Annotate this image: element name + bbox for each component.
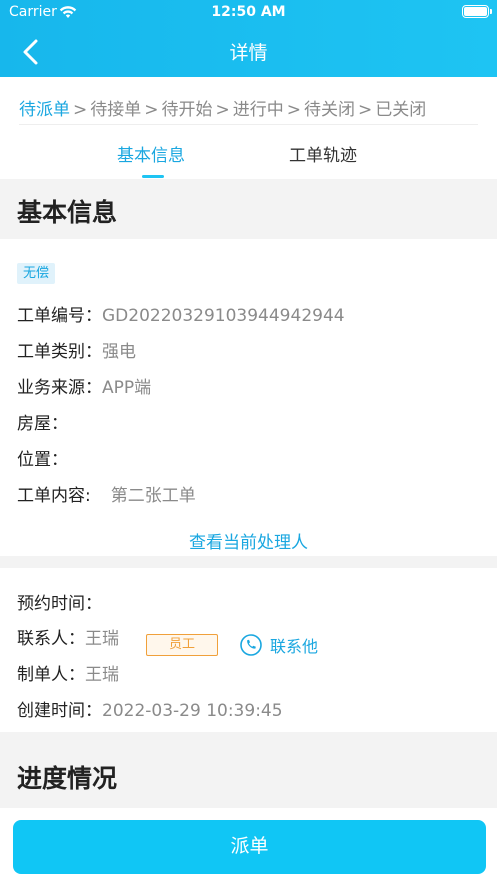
field-label: 业务来源： bbox=[17, 378, 102, 398]
view-current-handler-link[interactable]: 查看当前处理人 bbox=[0, 528, 497, 553]
step-pending-start: 待开始 bbox=[161, 100, 213, 120]
step-pending-accept: 待接单 bbox=[90, 100, 142, 120]
staff-role-badge: 员工 bbox=[146, 634, 218, 656]
creator-row: 制单人：王瑞 bbox=[17, 660, 119, 685]
page-title: 详情 bbox=[229, 42, 268, 64]
tab-basic-info[interactable]: 基本信息 bbox=[117, 141, 185, 166]
field-label: 制单人： bbox=[17, 665, 85, 685]
contact-name: 王瑞 bbox=[85, 629, 119, 649]
step-pending-dispatch: 待派单 bbox=[19, 100, 70, 120]
section-title: 进度情况 bbox=[17, 764, 118, 793]
house-row: 房屋： bbox=[17, 409, 68, 434]
workflow-steps: 待派单 > 待接单 > 待开始 > 进行中 > 待关闭 > 已关闭 bbox=[19, 95, 426, 120]
step-closed: 已关闭 bbox=[375, 100, 427, 120]
step-separator: > bbox=[73, 100, 88, 120]
contact-card: 预约时间： 联系人：王瑞 员工 联系他 制单人：王瑞 创建时间：2022-03-… bbox=[0, 568, 497, 732]
source-row: 业务来源：APP端 bbox=[17, 373, 151, 398]
created-time-row: 创建时间：2022-03-29 10:39:45 bbox=[17, 696, 283, 721]
free-badge: 无偿 bbox=[17, 263, 56, 284]
order-number-row: 工单编号：GD20220329103944942944 bbox=[17, 301, 345, 326]
field-label: 房屋： bbox=[17, 414, 68, 434]
field-label: 工单类别： bbox=[17, 342, 102, 362]
field-label: 工单内容: bbox=[17, 486, 91, 506]
field-label: 工单编号： bbox=[17, 306, 102, 326]
basic-info-card: 无偿 工单编号：GD20220329103944942944 工单类别：强电 业… bbox=[0, 239, 497, 556]
basic-info-header: 基本信息 bbox=[0, 179, 497, 239]
step-pending-close: 待关闭 bbox=[304, 100, 355, 120]
step-separator: > bbox=[358, 100, 373, 120]
divider bbox=[19, 124, 478, 125]
category-row: 工单类别：强电 bbox=[17, 337, 136, 362]
workflow-panel: 待派单 > 待接单 > 待开始 > 进行中 > 待关闭 > 已关闭 基本信息 工单轨迹 bbox=[0, 77, 497, 179]
clock: 12:50 AM bbox=[211, 4, 286, 20]
progress-header: 进度情况 bbox=[0, 732, 497, 808]
step-separator: > bbox=[215, 100, 230, 120]
creator-name: 王瑞 bbox=[85, 665, 119, 685]
content-value: 第二张工单 bbox=[110, 486, 196, 506]
call-contact-button[interactable]: 联系他 bbox=[240, 633, 318, 657]
field-label: 创建时间： bbox=[17, 701, 102, 721]
source-value: APP端 bbox=[102, 378, 152, 398]
battery-icon bbox=[462, 5, 492, 18]
contact-row: 联系人：王瑞 bbox=[17, 624, 119, 649]
created-time-value: 2022-03-29 10:39:45 bbox=[102, 701, 283, 721]
active-tab-indicator bbox=[142, 175, 164, 178]
appointment-row: 预约时间： bbox=[17, 589, 102, 614]
field-label: 联系人： bbox=[17, 629, 85, 649]
tab-order-track[interactable]: 工单轨迹 bbox=[289, 141, 357, 166]
bottom-action-bar: 派单 bbox=[0, 808, 497, 883]
step-separator: > bbox=[144, 100, 159, 120]
section-title: 基本信息 bbox=[17, 198, 118, 227]
dispatch-button[interactable]: 派单 bbox=[13, 820, 486, 874]
field-label: 位置： bbox=[17, 450, 68, 470]
step-separator: > bbox=[286, 100, 301, 120]
step-in-progress: 进行中 bbox=[232, 100, 284, 120]
location-row: 位置： bbox=[17, 445, 68, 470]
field-label: 预约时间： bbox=[17, 594, 102, 614]
status-bar: Carrier 12:50 AM bbox=[0, 0, 497, 26]
top-bar: Carrier 12:50 AM 详情 bbox=[0, 0, 497, 77]
call-label: 联系他 bbox=[270, 637, 319, 656]
order-number-value: GD20220329103944942944 bbox=[102, 306, 345, 326]
content-row: 工单内容: 第二张工单 bbox=[17, 481, 196, 506]
category-value: 强电 bbox=[102, 342, 136, 362]
phone-icon bbox=[240, 634, 262, 656]
